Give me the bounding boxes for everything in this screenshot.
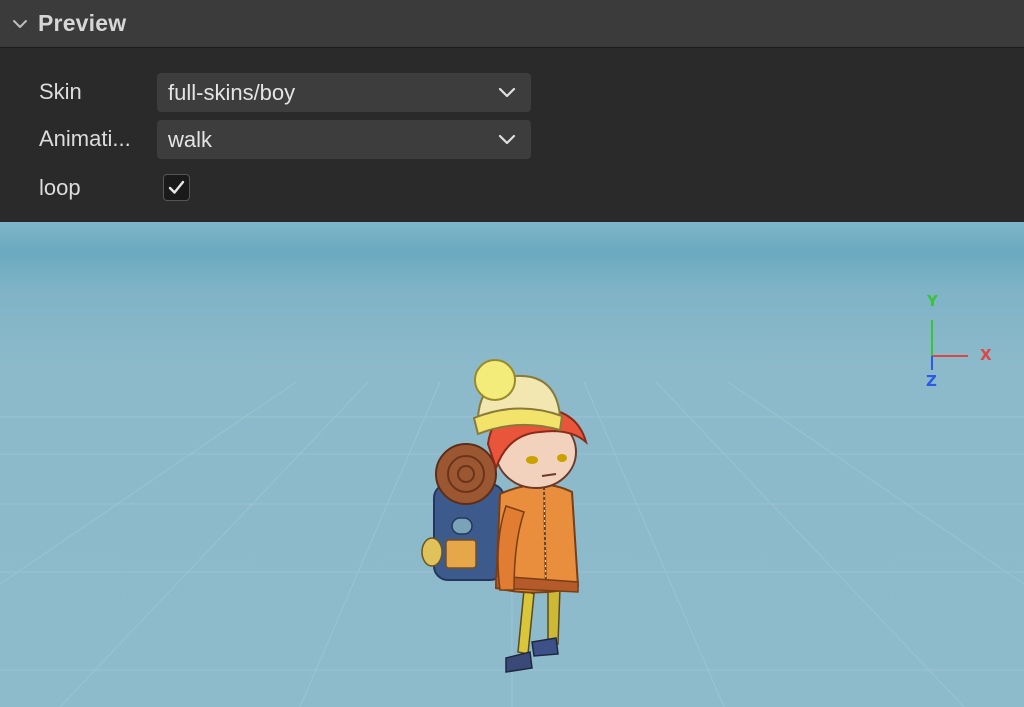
gizmo-y-label: Y: [926, 292, 939, 310]
loop-checkbox[interactable]: [163, 174, 190, 201]
panel-title: Preview: [38, 10, 127, 36]
skin-label: Skin: [39, 79, 82, 104]
skin-select-value: full-skins/boy: [168, 79, 296, 105]
preview-viewport[interactable]: Y X Z: [0, 222, 1024, 707]
animation-label: Animati...: [39, 126, 131, 151]
gizmo-z-label: Z: [926, 372, 937, 390]
animation-select[interactable]: walk: [157, 120, 531, 159]
loop-label: loop: [39, 175, 81, 200]
skin-select[interactable]: full-skins/boy: [157, 73, 531, 112]
collapse-chevron-icon[interactable]: [10, 14, 30, 34]
chevron-down-icon: [498, 134, 516, 145]
chevron-down-icon: [498, 87, 516, 98]
preview-properties: Skin full-skins/boy Animati... walk loop: [0, 48, 1024, 222]
animation-select-value: walk: [168, 126, 213, 152]
gizmo-x-label: X: [980, 346, 992, 364]
checkmark-icon: [168, 180, 185, 194]
viewport-scene: Y X Z: [0, 222, 1024, 707]
preview-panel-header[interactable]: Preview: [0, 0, 1024, 48]
